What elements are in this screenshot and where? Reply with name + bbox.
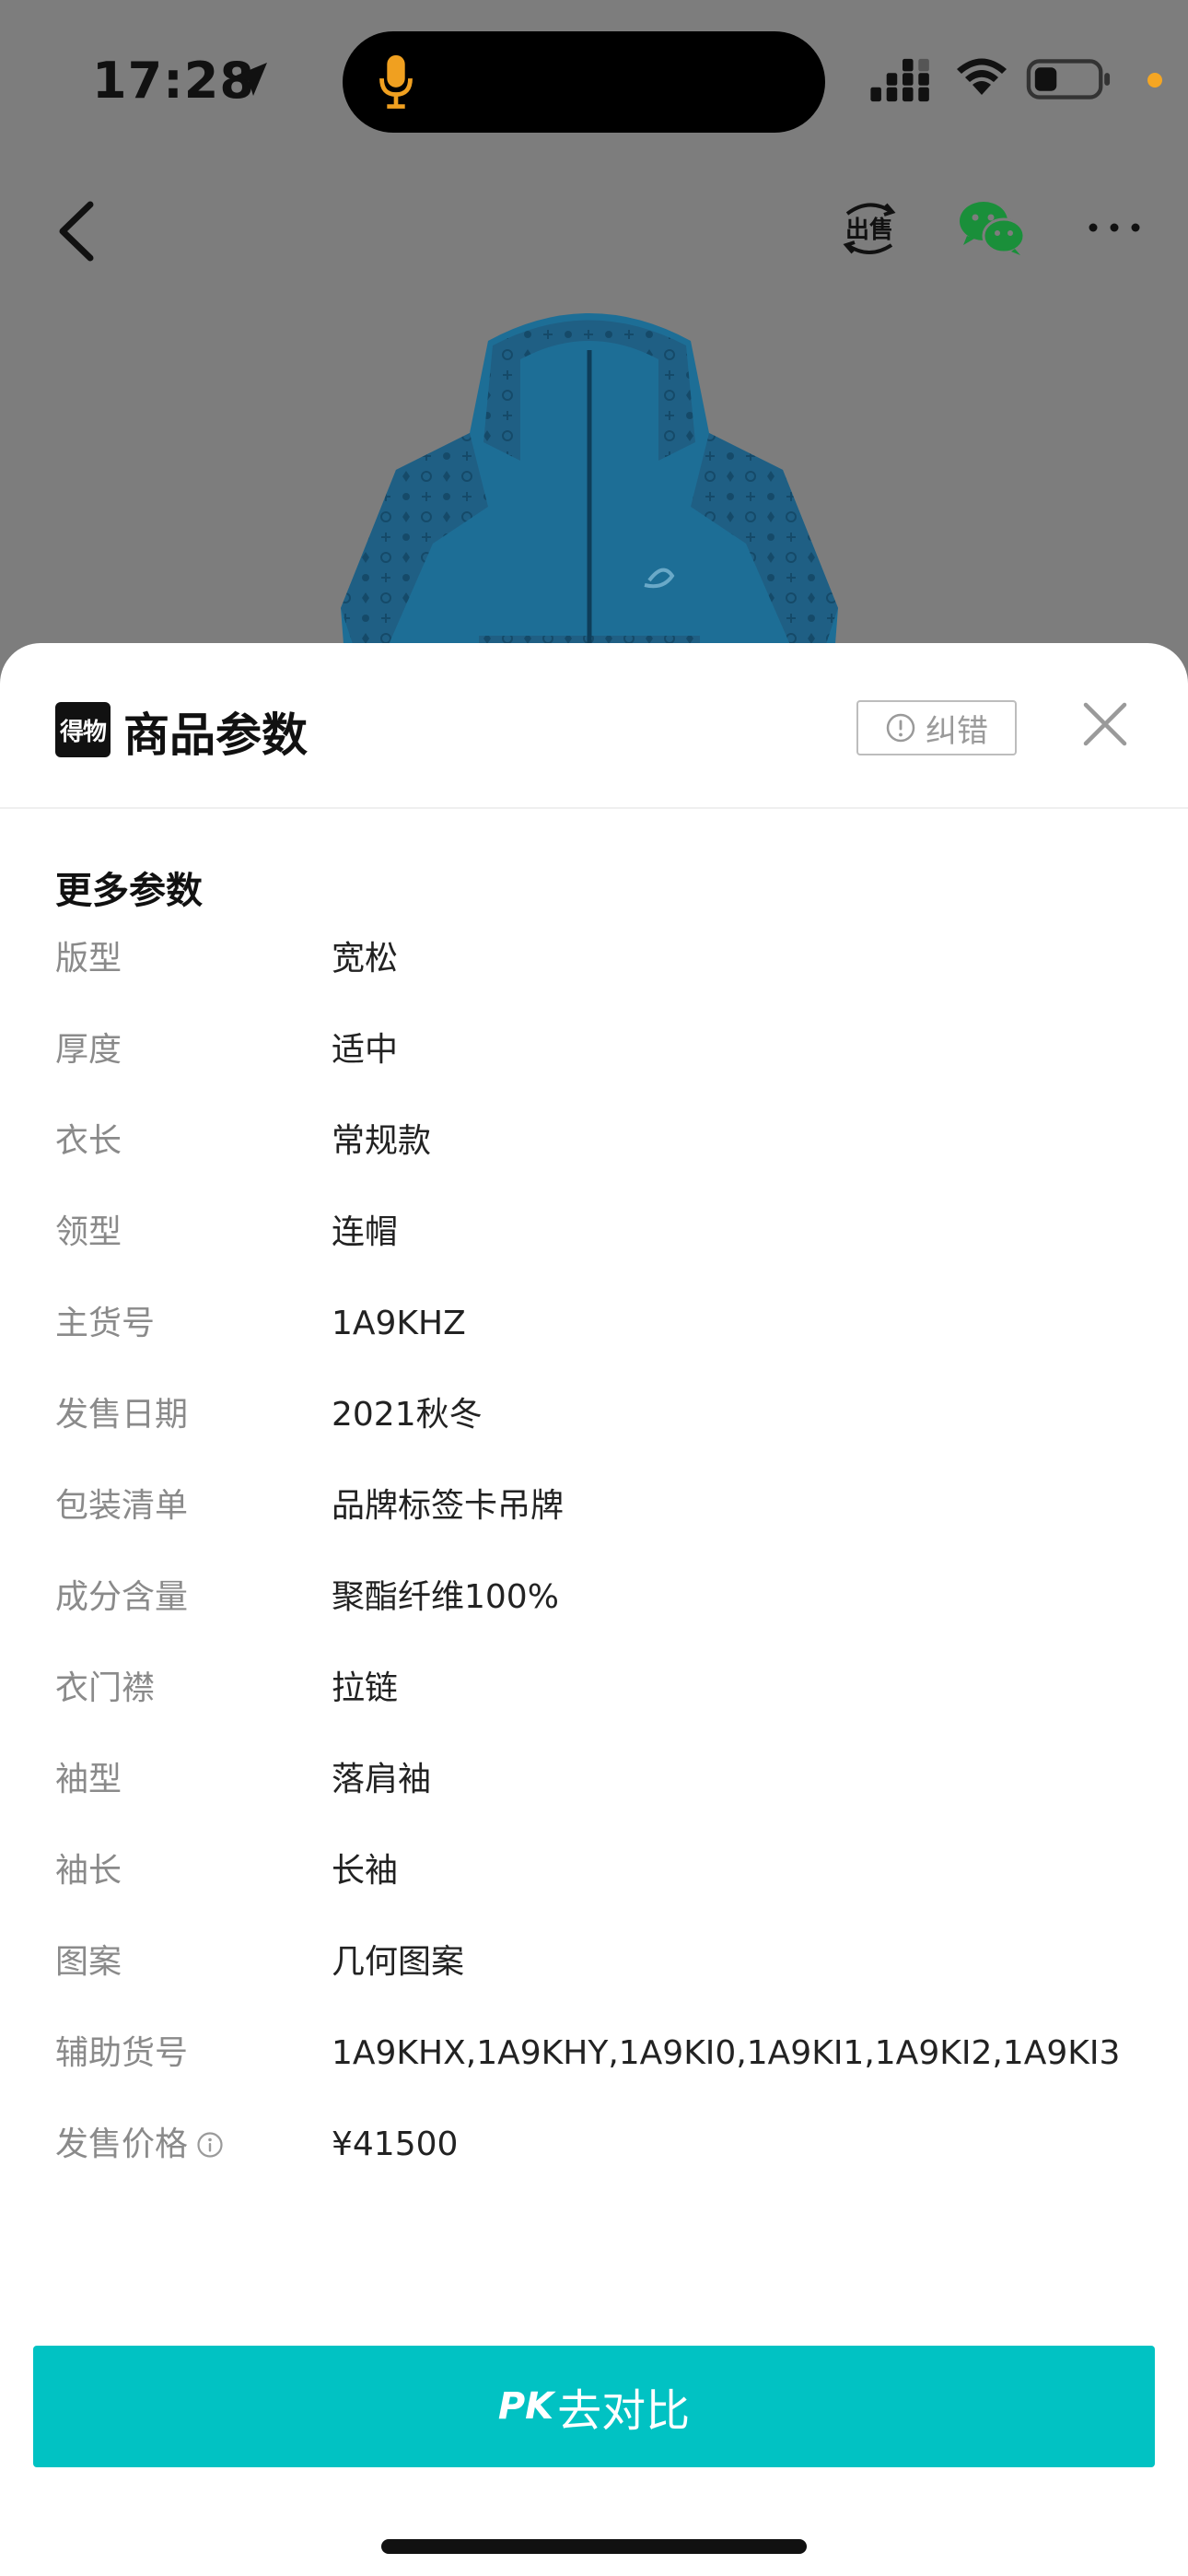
param-row: 袖型 落肩袖 bbox=[55, 1757, 1142, 1848]
background-product-page: 17:28 出售 bbox=[0, 0, 1188, 700]
compare-label: 去对比 bbox=[557, 2385, 691, 2437]
battery-icon bbox=[1026, 59, 1111, 100]
param-value: 1A9KHZ bbox=[332, 1305, 466, 1342]
param-row: 衣长 常规款 bbox=[55, 1118, 1142, 1210]
sell-icon[interactable]: 出售 bbox=[840, 197, 899, 258]
brand-logo: 得物 bbox=[55, 702, 111, 757]
report-error-label: 纠错 bbox=[926, 712, 988, 750]
back-arrow-icon[interactable] bbox=[53, 199, 99, 263]
param-row: 主货号 1A9KHZ bbox=[55, 1301, 1142, 1392]
param-row: 厚度 适中 bbox=[55, 1027, 1142, 1118]
param-label: 领型 bbox=[55, 1213, 122, 1251]
param-label: 包装清单 bbox=[55, 1487, 189, 1525]
param-value: ¥41500 bbox=[332, 2125, 459, 2163]
param-row: 包装清单 品牌标签卡吊牌 bbox=[55, 1483, 1142, 1575]
param-value: 2021秋冬 bbox=[332, 1396, 483, 1434]
param-value: 常规款 bbox=[332, 1122, 432, 1160]
param-row: 领型 连帽 bbox=[55, 1210, 1142, 1301]
wechat-icon[interactable] bbox=[958, 199, 1026, 256]
report-error-button[interactable]: 纠错 bbox=[856, 700, 1017, 755]
wifi-icon bbox=[957, 58, 1007, 95]
section-title-more-params: 更多参数 bbox=[55, 870, 203, 912]
param-value: 落肩袖 bbox=[332, 1761, 432, 1798]
param-label-text: 发售价格 bbox=[55, 2125, 189, 2163]
param-label: 图案 bbox=[55, 1943, 122, 1981]
param-label: 厚度 bbox=[55, 1031, 122, 1069]
sheet-title: 商品参数 bbox=[123, 708, 308, 762]
param-label-release-price: 发售价格 bbox=[55, 2122, 225, 2168]
param-value: 聚酯纤维100% bbox=[332, 1578, 559, 1616]
param-value: 拉链 bbox=[332, 1669, 399, 1707]
param-row: 图案 几何图案 bbox=[55, 1939, 1142, 2031]
param-value: 适中 bbox=[332, 1031, 399, 1069]
cellular-signal-icon bbox=[870, 58, 929, 102]
exclamation-circle-icon bbox=[886, 713, 915, 743]
product-params-sheet: 得物 商品参数 纠错 更多参数 版型 宽松 厚度 适中 衣长 常规款 领型 连帽… bbox=[0, 643, 1188, 2576]
param-label: 发售日期 bbox=[55, 1396, 189, 1434]
param-value: 宽松 bbox=[332, 940, 399, 978]
privacy-indicator-dot bbox=[1147, 73, 1162, 88]
param-label: 衣长 bbox=[55, 1122, 122, 1160]
param-value: 1A9KHX,1A9KHY,1A9KI0,1A9KI1,1A9KI2,1A9KI… bbox=[332, 2034, 1121, 2072]
param-row: 袖长 长袖 bbox=[55, 1848, 1142, 1939]
param-label: 版型 bbox=[55, 940, 122, 978]
param-label: 袖型 bbox=[55, 1761, 122, 1798]
sell-label: 出售 bbox=[845, 216, 893, 244]
sheet-header: 得物 商品参数 纠错 bbox=[0, 643, 1188, 809]
param-label: 主货号 bbox=[55, 1305, 156, 1342]
param-row: 成分含量 聚酯纤维100% bbox=[55, 1575, 1142, 1666]
param-label: 成分含量 bbox=[55, 1578, 189, 1616]
param-label: 袖长 bbox=[55, 1852, 122, 1890]
param-row: 版型 宽松 bbox=[55, 936, 1142, 1027]
param-label: 辅助货号 bbox=[55, 2034, 189, 2072]
product-image bbox=[341, 313, 838, 700]
location-arrow-icon bbox=[234, 63, 267, 96]
info-icon[interactable] bbox=[195, 2130, 225, 2160]
param-label: 衣门襟 bbox=[55, 1669, 156, 1707]
param-list: 版型 宽松 厚度 适中 衣长 常规款 领型 连帽 主货号 1A9KHZ 发售日期… bbox=[55, 936, 1142, 2213]
param-row: 辅助货号 1A9KHX,1A9KHY,1A9KI0,1A9KI1,1A9KI2,… bbox=[55, 2031, 1142, 2122]
status-bar: 17:28 bbox=[0, 0, 1188, 157]
param-value: 连帽 bbox=[332, 1213, 399, 1251]
param-value: 几何图案 bbox=[332, 1943, 465, 1981]
param-value: 品牌标签卡吊牌 bbox=[332, 1487, 565, 1525]
pk-label: PK bbox=[497, 2385, 554, 2428]
pk-compare-button[interactable]: PK 去对比 bbox=[33, 2346, 1155, 2467]
home-indicator bbox=[381, 2539, 807, 2554]
more-icon[interactable] bbox=[1087, 221, 1142, 234]
close-icon[interactable] bbox=[1081, 700, 1129, 748]
param-row: 衣门襟 拉链 bbox=[55, 1666, 1142, 1757]
microphone-icon bbox=[379, 54, 413, 109]
param-value: 长袖 bbox=[332, 1852, 399, 1890]
nav-bar: 出售 bbox=[0, 175, 1188, 276]
param-row: 发售日期 2021秋冬 bbox=[55, 1392, 1142, 1483]
dynamic-island bbox=[343, 31, 825, 133]
param-row-release-price: 发售价格 ¥41500 bbox=[55, 2122, 1142, 2213]
